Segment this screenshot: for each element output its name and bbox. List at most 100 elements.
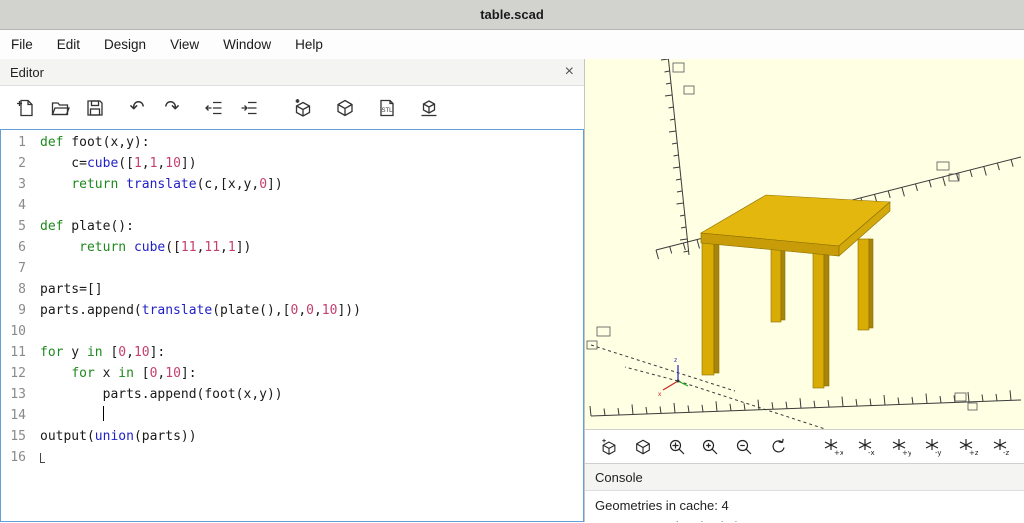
zoom-all-icon (669, 439, 685, 454)
line-number-gutter: 1 2 3 4 5 6 7 8 9 10 11 12 13 14 15 16 (1, 130, 31, 521)
code-text[interactable]: def foot(x,y): c=cube([1,1,10]) return t… (31, 130, 583, 521)
open-file-button[interactable] (47, 95, 73, 121)
undo-button[interactable]: ↶ (124, 95, 150, 121)
preview-button[interactable] (290, 95, 316, 121)
axis-pos-y-icon: +y (892, 438, 911, 457)
code-line[interactable]: parts=[] (40, 279, 583, 300)
axis-label: -x (868, 449, 875, 457)
code-token: union (94, 429, 134, 444)
view-neg-x-button[interactable]: -x (856, 435, 879, 459)
axis-label: +x (834, 449, 843, 457)
code-line[interactable]: c=cube([1,1,10]) (40, 153, 583, 174)
menu-view[interactable]: View (167, 35, 202, 54)
code-line[interactable]: return cube([11,11,1]) (40, 237, 583, 258)
menubar: File Edit Design View Window Help (0, 30, 1024, 59)
indent-less-button[interactable] (201, 95, 227, 121)
code-token: x (94, 366, 119, 381)
console-line: Geometry cache size in bytes: 2012 (595, 516, 1014, 522)
code-token: 10 (133, 345, 150, 360)
code-token: def (40, 135, 64, 150)
code-token: 0 (306, 303, 314, 318)
view-preview-button[interactable] (598, 435, 621, 459)
code-line[interactable]: return translate(c,[x,y,0]) (40, 174, 583, 195)
menu-window[interactable]: Window (220, 35, 274, 54)
code-token: for (40, 345, 64, 360)
print-3d-button[interactable] (416, 95, 442, 121)
code-token: 1 (227, 240, 236, 255)
code-editor[interactable]: 1 2 3 4 5 6 7 8 9 10 11 12 13 14 15 16 def foot(x,y): c… (0, 129, 584, 522)
zoom-all-button[interactable] (665, 435, 688, 459)
code-token: 10 (165, 366, 181, 381)
code-token: parts.append( (40, 303, 142, 318)
code-line[interactable]: parts.append(translate(plate(),[0,0,10])… (40, 300, 583, 321)
svg-text:z: z (674, 357, 677, 364)
code-token: 1 (133, 156, 142, 171)
menu-help[interactable]: Help (292, 35, 326, 54)
code-token: in (118, 366, 134, 381)
menu-edit[interactable]: Edit (54, 35, 83, 54)
right-panel: z x +x -x +y -y +z -z Console Geometries… (585, 59, 1024, 522)
view-render-button[interactable] (632, 435, 655, 459)
view-pos-y-button[interactable]: +y (889, 435, 912, 459)
menu-design[interactable]: Design (101, 35, 149, 54)
indent-more-button[interactable] (236, 95, 262, 121)
code-line[interactable]: output(union(parts)) (40, 426, 583, 447)
line-number: 6 (18, 240, 26, 255)
console-header: Console (585, 463, 1024, 491)
stl-label: STL (381, 108, 393, 114)
code-line[interactable]: def foot(x,y): (40, 132, 583, 153)
code-line[interactable] (40, 321, 583, 342)
console-line: Geometries in cache: 4 (595, 498, 729, 513)
title-bar: table.scad (0, 0, 1024, 30)
save-file-button[interactable] (82, 95, 108, 121)
code-token: cube (133, 240, 166, 255)
print-3d-icon (421, 99, 437, 116)
reset-view-button[interactable] (766, 435, 789, 459)
code-line[interactable] (40, 258, 583, 279)
console-output[interactable]: Geometries in cache: 4 Geometry cache siz… (585, 491, 1024, 522)
code-line[interactable]: parts.append(foot(x,y)) (40, 384, 583, 405)
viewport-3d[interactable]: z x (585, 59, 1024, 429)
code-token: translate (141, 303, 213, 318)
code-token: y (63, 345, 87, 360)
code-token: ]) (180, 156, 197, 171)
axis-label: +y (902, 449, 911, 457)
code-token: ([ (165, 240, 181, 255)
code-token: foot(x,y): (63, 135, 150, 150)
indent-icon (241, 101, 257, 114)
view-pos-x-button[interactable]: +x (822, 435, 845, 459)
code-line[interactable]: for x in [0,10]: (40, 363, 583, 384)
view-neg-z-button[interactable]: -z (990, 435, 1013, 459)
line-number: 2 (18, 156, 26, 171)
code-token: [ (102, 345, 119, 360)
code-line[interactable] (40, 405, 583, 426)
export-stl-button[interactable]: STL (374, 95, 400, 121)
menu-file[interactable]: File (8, 35, 36, 54)
axis-label: -y (935, 449, 942, 457)
render-button[interactable] (332, 95, 358, 121)
code-line[interactable]: def plate(): (40, 216, 583, 237)
redo-button[interactable]: ↷ (159, 95, 185, 121)
code-token: translate (126, 177, 197, 192)
code-line[interactable]: for y in [0,10]: (40, 342, 583, 363)
view-neg-y-button[interactable]: -y (923, 435, 946, 459)
editor-toolbar: ↶ ↷ STL (0, 86, 584, 129)
zoom-out-icon (736, 439, 752, 454)
zoom-in-button[interactable] (699, 435, 722, 459)
code-line[interactable] (40, 195, 583, 216)
code-token: in (86, 345, 103, 360)
new-file-button[interactable] (12, 95, 38, 121)
line-number: 8 (18, 282, 26, 297)
close-icon[interactable]: × (565, 64, 574, 80)
code-line[interactable] (40, 447, 583, 468)
preview-cube-icon (295, 98, 311, 117)
line-number: 1 (18, 135, 26, 150)
code-token: for (71, 366, 95, 381)
line-number: 10 (10, 324, 26, 339)
view-pos-z-button[interactable]: +z (957, 435, 980, 459)
zoom-out-button[interactable] (733, 435, 756, 459)
